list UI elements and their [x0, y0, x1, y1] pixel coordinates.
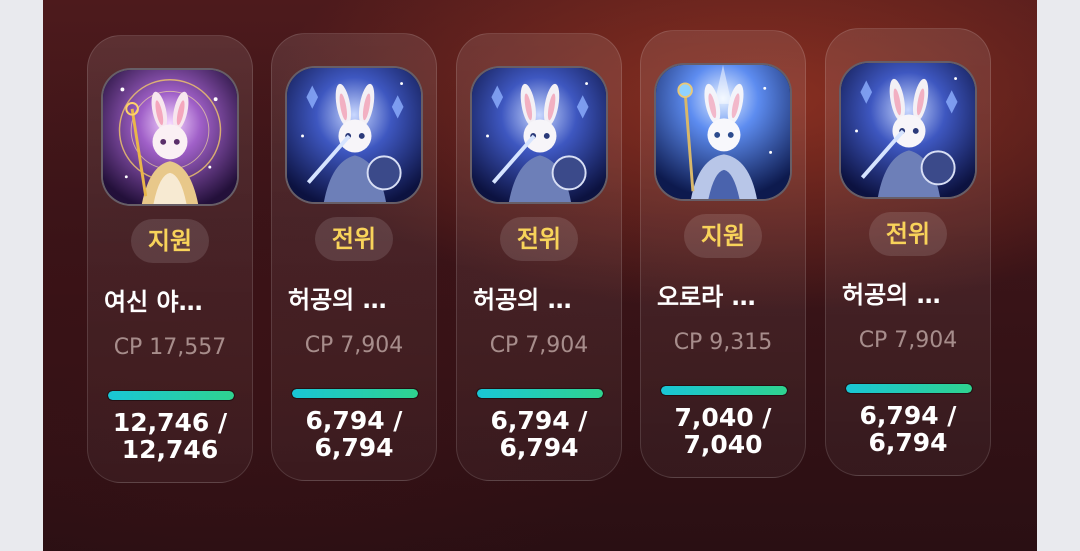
hero-card[interactable]: 지원 여신 야… CP 17,557 12,746 / 12,746: [87, 35, 253, 483]
void-knight-rabbit-portrait-icon: [470, 66, 608, 204]
combat-power: CP 7,904: [489, 333, 589, 358]
hero-name: 허공의 …: [842, 281, 941, 309]
hp-current: 6,794 /: [490, 406, 588, 435]
combat-power: CP 9,315: [673, 330, 773, 355]
hp-bar-fill: [661, 386, 787, 395]
hp-bar: [292, 389, 418, 398]
hero-card[interactable]: 지원 오로라 … CP 9,315 7,040 / 7,040: [640, 30, 806, 478]
hp-value: 7,040 / 7,040: [641, 404, 805, 458]
void-knight-rabbit-portrait-icon: [285, 66, 423, 204]
hp-current: 6,794 /: [305, 406, 403, 435]
role-badge: 전위: [315, 217, 393, 261]
hp-bar: [846, 384, 972, 393]
role-badge: 전위: [869, 212, 947, 256]
hp-value: 12,746 / 12,746: [88, 409, 252, 463]
hp-bar: [477, 389, 603, 398]
hp-bar-fill: [108, 391, 234, 400]
hp-value: 6,794 / 6,794: [272, 407, 436, 461]
hp-current: 12,746 /: [112, 408, 228, 437]
hp-bar-fill: [292, 389, 418, 398]
role-badge: 지원: [684, 214, 762, 258]
hp-max: 6,794: [868, 428, 948, 457]
aurora-mage-rabbit-portrait-icon: [654, 63, 792, 201]
hero-card[interactable]: 전위 허공의 … CP 7,904 6,794 / 6,794: [825, 28, 991, 476]
hp-bar-fill: [477, 389, 603, 398]
hp-max: 12,746: [121, 435, 219, 464]
hp-bar-fill: [846, 384, 972, 393]
combat-power: CP 7,904: [304, 333, 404, 358]
hero-name: 오로라 …: [657, 283, 756, 311]
combat-power: CP 17,557: [113, 335, 227, 360]
role-badge: 지원: [131, 219, 209, 263]
hp-max: 7,040: [683, 430, 763, 459]
hero-team-panel: 지원 여신 야… CP 17,557 12,746 / 12,746 전위 허공…: [43, 0, 1037, 551]
role-badge: 전위: [500, 217, 578, 261]
combat-power: CP 7,904: [858, 328, 958, 353]
hp-value: 6,794 / 6,794: [826, 402, 990, 456]
hp-max: 6,794: [499, 433, 579, 462]
hp-current: 6,794 /: [859, 401, 957, 430]
hero-name: 허공의 …: [288, 286, 387, 314]
hp-value: 6,794 / 6,794: [457, 407, 621, 461]
hero-name: 허공의 …: [473, 286, 572, 314]
hp-bar: [661, 386, 787, 395]
void-knight-rabbit-portrait-icon: [839, 61, 977, 199]
hp-bar: [108, 391, 234, 400]
hero-card[interactable]: 전위 허공의 … CP 7,904 6,794 / 6,794: [271, 33, 437, 481]
hero-card[interactable]: 전위 허공의 … CP 7,904 6,794 / 6,794: [456, 33, 622, 481]
hero-name: 여신 야…: [104, 288, 203, 316]
hp-max: 6,794: [314, 433, 394, 462]
hp-current: 7,040 /: [674, 403, 772, 432]
goddess-rabbit-portrait-icon: [101, 68, 239, 206]
